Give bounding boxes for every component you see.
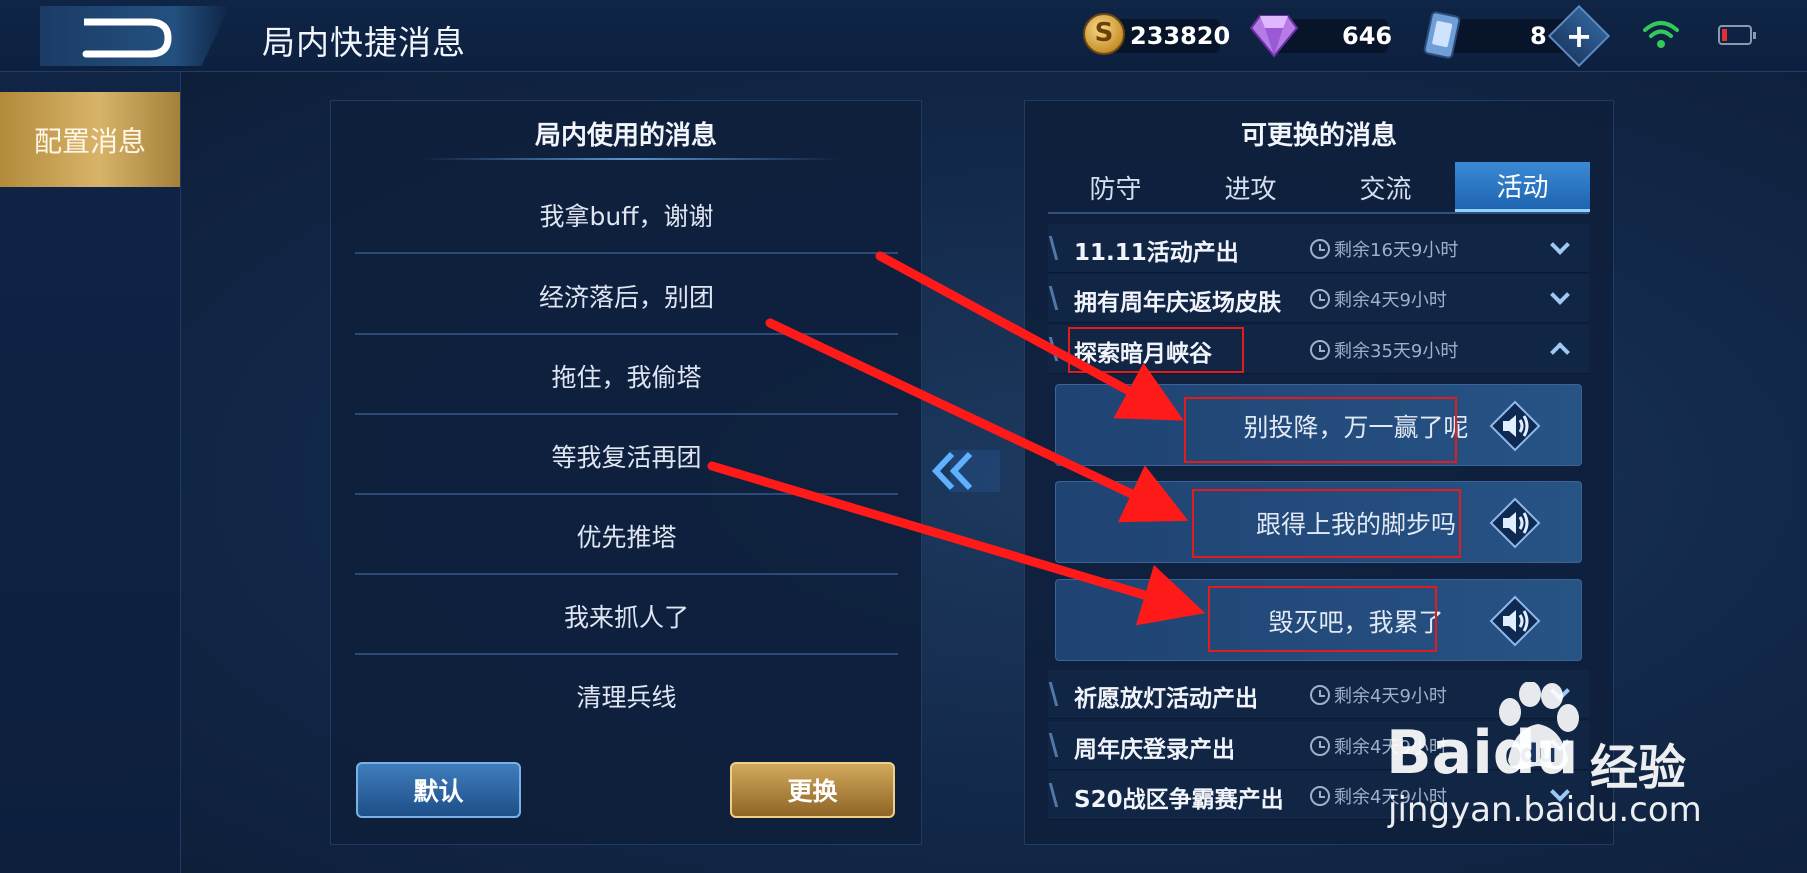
annotation-arrow [765, 318, 1189, 523]
watermark-jingyan: 经验 [1590, 740, 1687, 796]
watermark-url: jingyan.baidu.com [1388, 790, 1702, 830]
annotation-arrow [875, 251, 1184, 421]
watermark-brand: Baidu [1386, 718, 1579, 788]
